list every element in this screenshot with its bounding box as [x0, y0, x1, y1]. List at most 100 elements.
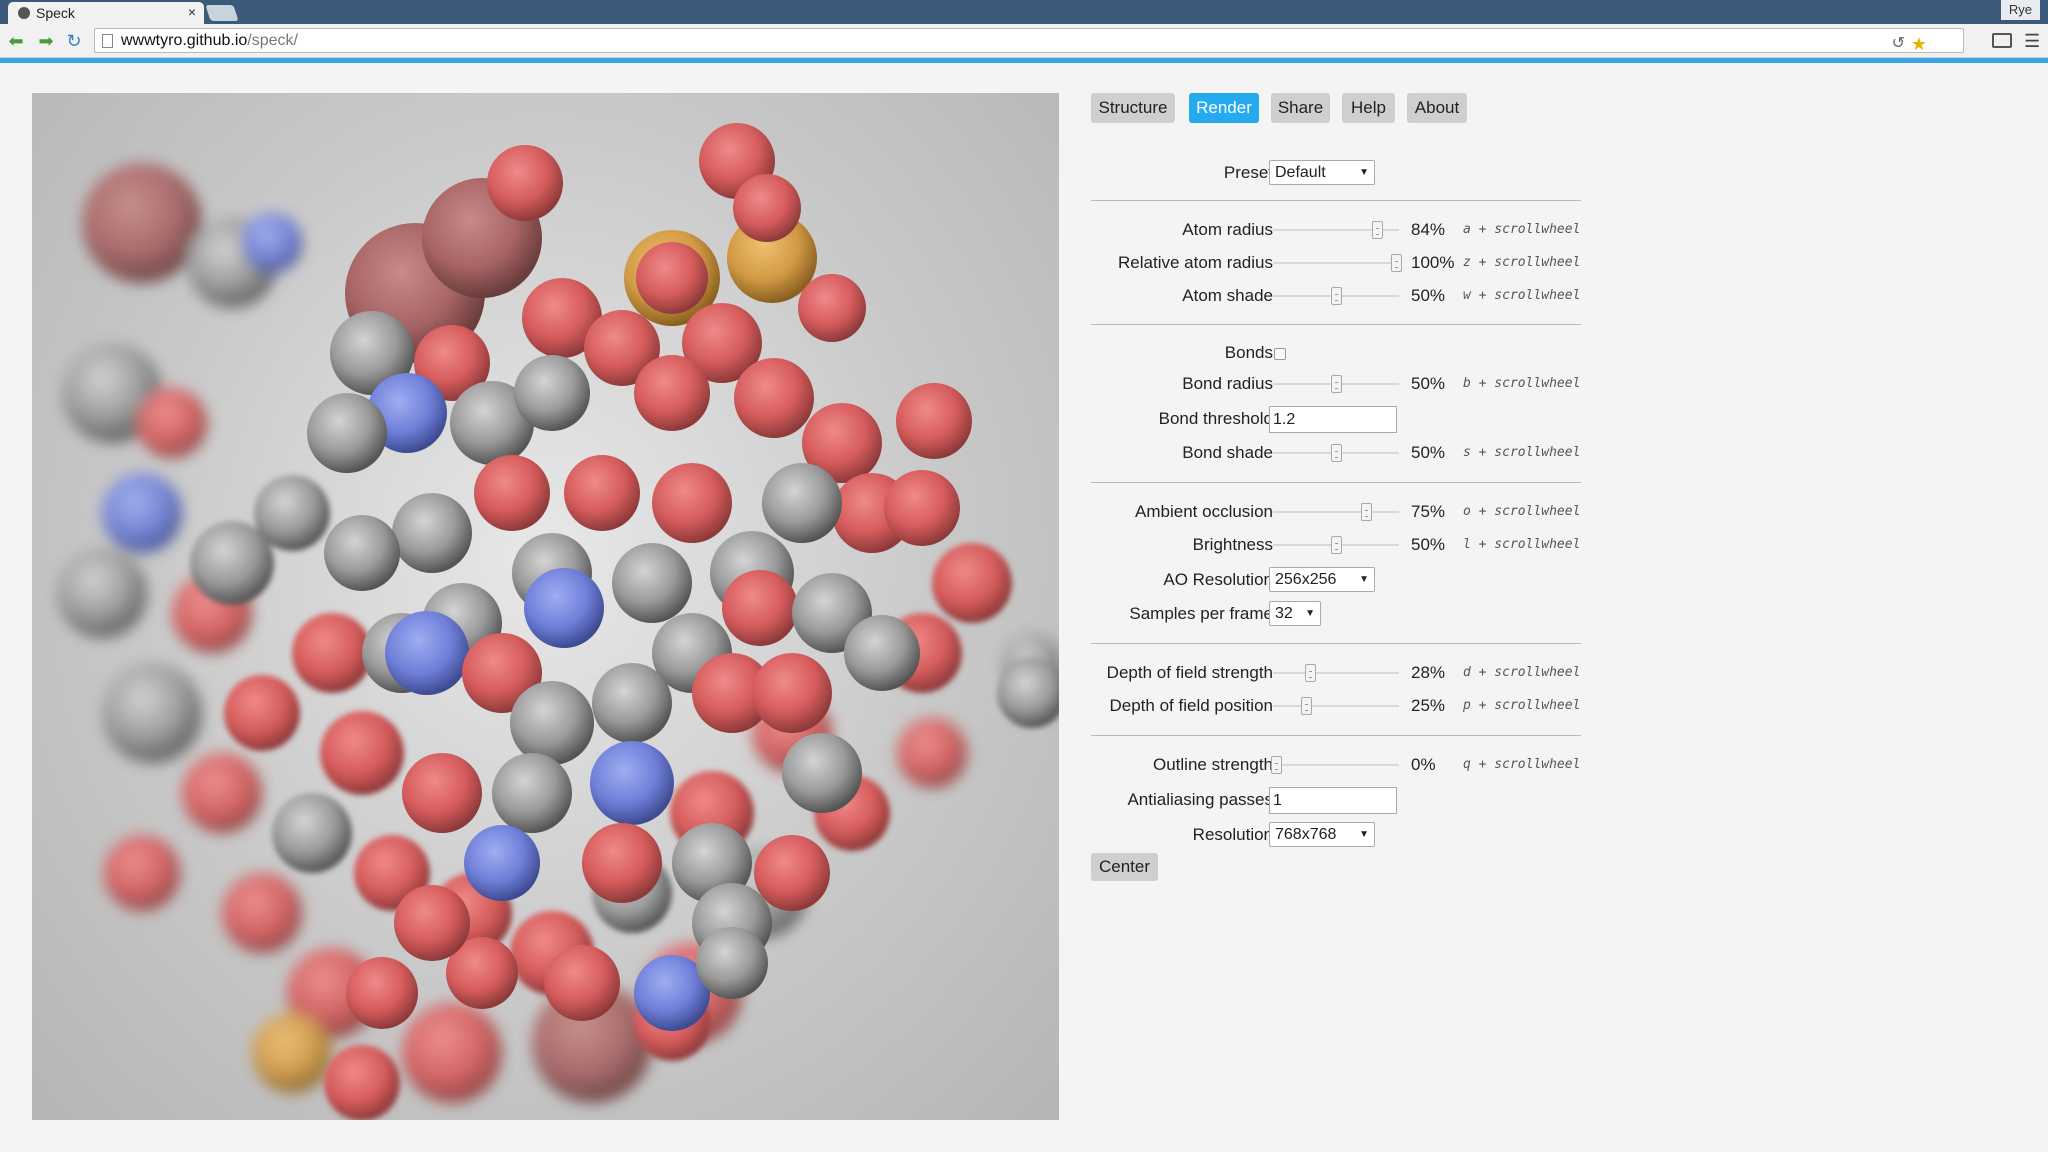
preset-select[interactable]: Default ▼: [1269, 160, 1375, 185]
dof-strength-value: 28%: [1411, 663, 1446, 682]
tab-share[interactable]: Share: [1271, 93, 1330, 123]
brightness-slider[interactable]: [1273, 536, 1399, 554]
bond-radius-row: Bond radius 50% b + scrollwheel: [1091, 371, 1581, 397]
bond-shade-hint: s + scrollwheel: [1463, 445, 1581, 460]
page-load-bar: [0, 58, 2048, 63]
brightness-label: Brightness: [1192, 535, 1273, 554]
ao-resolution-label: AO Resolution: [1163, 570, 1273, 589]
samples-per-frame-select[interactable]: 32 ▼: [1269, 601, 1321, 626]
profile-button[interactable]: Rye: [2000, 0, 2040, 20]
outline-strength-slider-thumb[interactable]: [1271, 756, 1282, 774]
bond-radius-slider[interactable]: [1273, 375, 1399, 393]
star-icon[interactable]: ★: [1911, 34, 1927, 54]
ambient-occlusion-slider-thumb[interactable]: [1361, 503, 1372, 521]
bond-threshold-input[interactable]: 1.2: [1269, 406, 1397, 433]
bond-radius-label: Bond radius: [1182, 374, 1273, 393]
tab-title: Speck: [36, 5, 75, 21]
dropdown-arrow-icon: ▼: [1359, 167, 1369, 178]
ao-resolution-select[interactable]: 256x256 ▼: [1269, 567, 1375, 592]
back-icon[interactable]: ⬅: [6, 31, 26, 51]
tab-help[interactable]: Help: [1342, 93, 1395, 123]
antialiasing-passes-input[interactable]: 1: [1269, 787, 1397, 814]
ambient-occlusion-slider[interactable]: [1273, 503, 1399, 521]
relative-atom-radius-slider-thumb[interactable]: [1391, 254, 1402, 272]
atom-radius-row: Atom radius 84% a + scrollwheel: [1091, 217, 1581, 243]
bond-radius-hint: b + scrollwheel: [1463, 376, 1581, 391]
bond-shade-slider-thumb[interactable]: [1331, 444, 1342, 462]
menu-icon[interactable]: ☰: [2024, 32, 2040, 50]
ambient-occlusion-label: Ambient occlusion: [1135, 502, 1273, 521]
relative-atom-radius-value: 100%: [1411, 253, 1455, 272]
divider: [1091, 482, 1581, 483]
ao-resolution-value: 256x256: [1275, 571, 1337, 588]
ao-resolution-row: AO Resolution 256x256 ▼: [1091, 567, 1581, 593]
tab-structure[interactable]: Structure: [1091, 93, 1175, 123]
bond-radius-slider-thumb[interactable]: [1331, 375, 1342, 393]
site-favicon-icon: [18, 7, 30, 19]
ambient-occlusion-hint: o + scrollwheel: [1463, 504, 1581, 519]
ambient-occlusion-value: 75%: [1411, 502, 1446, 521]
tab-render[interactable]: Render: [1189, 93, 1259, 123]
divider: [1091, 324, 1581, 325]
browser-toolbar: ⬅ ➡ ↻ wwwtyro.github.io/speck/ ↺ ★ ☰: [0, 24, 2048, 58]
forward-icon[interactable]: ➡: [36, 31, 56, 51]
molecule-viewport[interactable]: [32, 93, 1059, 1120]
url-host: wwwtyro.github.io: [121, 32, 248, 49]
atom-shade-value: 50%: [1411, 286, 1446, 305]
outline-strength-slider[interactable]: [1271, 756, 1399, 774]
new-tab-button[interactable]: [205, 5, 239, 21]
resolution-value: 768x768: [1275, 826, 1337, 843]
dropdown-arrow-icon: ▼: [1305, 608, 1315, 619]
brightness-slider-thumb[interactable]: [1331, 536, 1342, 554]
preset-label: Preset: [1223, 163, 1273, 182]
resolution-select[interactable]: 768x768 ▼: [1269, 822, 1375, 847]
center-button[interactable]: Center: [1091, 853, 1159, 881]
atom-radius-slider[interactable]: [1273, 221, 1399, 239]
divider: [1091, 735, 1581, 736]
samples-per-frame-label: Samples per frame: [1129, 604, 1273, 623]
dof-position-slider-thumb[interactable]: [1301, 697, 1312, 715]
dof-position-value: 25%: [1411, 696, 1446, 715]
antialiasing-passes-label: Antialiasing passes: [1127, 790, 1273, 809]
preset-value: Default: [1275, 164, 1326, 181]
address-bar[interactable]: wwwtyro.github.io/speck/ ↺ ★: [94, 28, 1964, 54]
dof-strength-slider[interactable]: [1273, 664, 1399, 682]
bond-shade-slider[interactable]: [1273, 444, 1399, 462]
browser-tab[interactable]: Speck ×: [8, 2, 204, 24]
history-icon[interactable]: ↺: [1892, 34, 1905, 54]
resolution-label: Resolution: [1192, 825, 1273, 844]
outline-strength-row: Outline strength 0% q + scrollwheel: [1091, 752, 1581, 778]
bond-threshold-row: Bond threshold 1.2: [1091, 406, 1581, 433]
bonds-checkbox[interactable]: [1274, 348, 1286, 360]
cast-icon[interactable]: [1992, 33, 2012, 48]
preset-row: Preset Default ▼: [1091, 160, 1581, 186]
atom-radius-slider-thumb[interactable]: [1371, 221, 1383, 239]
relative-atom-radius-hint: z + scrollwheel: [1463, 255, 1581, 270]
dropdown-arrow-icon: ▼: [1359, 829, 1369, 840]
atom-shade-hint: w + scrollwheel: [1463, 288, 1581, 303]
bond-threshold-label: Bond threshold: [1158, 409, 1273, 428]
tab-about[interactable]: About: [1407, 93, 1467, 123]
relative-atom-radius-row: Relative atom radius 100% z + scrollwhee…: [1091, 250, 1581, 276]
outline-strength-value: 0%: [1411, 755, 1436, 774]
relative-atom-radius-label: Relative atom radius: [1118, 253, 1273, 272]
bonds-label: Bonds: [1224, 343, 1273, 362]
tab-close-icon[interactable]: ×: [188, 4, 196, 20]
atom-shade-slider-thumb[interactable]: [1331, 287, 1342, 305]
samples-per-frame-value: 32: [1275, 605, 1293, 622]
reload-icon[interactable]: ↻: [64, 31, 84, 51]
bond-shade-value: 50%: [1411, 443, 1446, 462]
browser-titlebar: Speck × Rye: [0, 0, 2048, 24]
url-path: /speck/: [247, 32, 298, 49]
dof-position-slider[interactable]: [1273, 697, 1399, 715]
atom-radius-label: Atom radius: [1182, 220, 1273, 239]
dof-position-row: Depth of field position 25% p + scrollwh…: [1091, 693, 1581, 719]
samples-per-frame-row: Samples per frame 32 ▼: [1091, 601, 1581, 627]
relative-atom-radius-slider[interactable]: [1273, 254, 1402, 272]
dof-strength-hint: d + scrollwheel: [1463, 665, 1581, 680]
atom-shade-slider[interactable]: [1273, 287, 1399, 305]
dof-strength-slider-thumb[interactable]: [1304, 664, 1316, 682]
brightness-value: 50%: [1411, 535, 1446, 554]
bond-radius-value: 50%: [1411, 374, 1446, 393]
atom-radius-hint: a + scrollwheel: [1463, 222, 1581, 237]
